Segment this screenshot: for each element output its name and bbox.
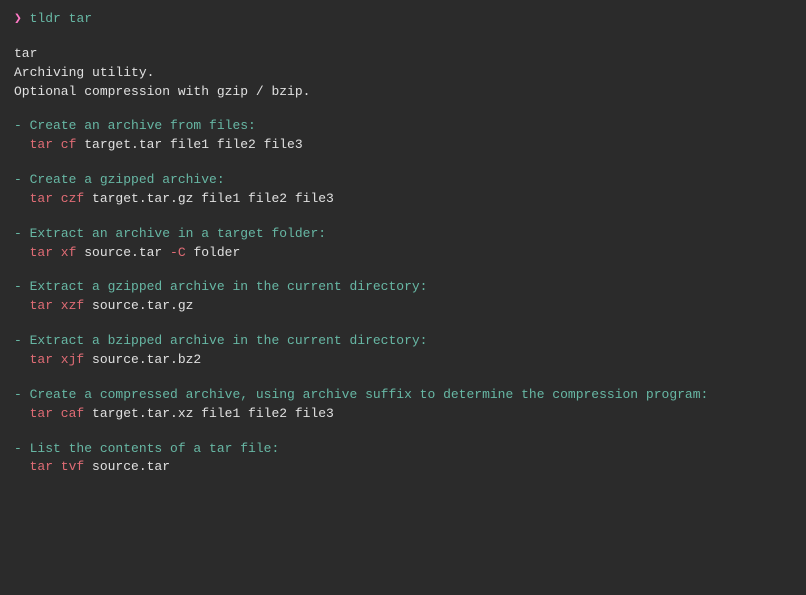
bullet: - <box>14 333 30 348</box>
example-command-line: tar xjf source.tar.bz2 <box>14 351 792 370</box>
example-description: Extract an archive in a target folder: <box>30 226 326 241</box>
example-description: Create a compressed archive, using archi… <box>30 387 709 402</box>
example-description-line: - Extract an archive in a target folder: <box>14 225 792 244</box>
example-args: target.tar.xz file1 file2 file3 <box>92 406 334 421</box>
example-description: Extract a gzipped archive in the current… <box>30 279 428 294</box>
example-item: - Extract an archive in a target folder:… <box>14 225 792 263</box>
example-command-line: tar cf target.tar file1 file2 file3 <box>14 136 792 155</box>
example-args: target.tar.gz file1 file2 file3 <box>92 191 334 206</box>
header-desc-2: Optional compression with gzip / bzip. <box>14 83 792 102</box>
example-item: - Create a gzipped archive:tar czf targe… <box>14 171 792 209</box>
bullet: - <box>14 226 30 241</box>
example-description: Create an archive from files: <box>30 118 256 133</box>
prompt-symbol: ❯ <box>14 11 22 26</box>
example-command-line: tar czf target.tar.gz file1 file2 file3 <box>14 190 792 209</box>
example-item: - Create a compressed archive, using arc… <box>14 386 792 424</box>
example-description: Create a gzipped archive: <box>30 172 225 187</box>
example-item: - Extract a bzipped archive in the curre… <box>14 332 792 370</box>
example-description-line: - Extract a bzipped archive in the curre… <box>14 332 792 351</box>
tldr-header: tar Archiving utility. Optional compress… <box>14 45 792 102</box>
bullet: - <box>14 441 30 456</box>
example-args-after: folder <box>186 245 241 260</box>
example-command: tar xzf <box>30 298 85 313</box>
bullet: - <box>14 279 30 294</box>
example-description-line: - Create an archive from files: <box>14 117 792 136</box>
example-command-line: tar tvf source.tar <box>14 458 792 477</box>
bullet: - <box>14 118 30 133</box>
example-description-line: - Create a compressed archive, using arc… <box>14 386 792 405</box>
example-command-line: tar caf target.tar.xz file1 file2 file3 <box>14 405 792 424</box>
example-description-line: - Create a gzipped archive: <box>14 171 792 190</box>
header-desc-1: Archiving utility. <box>14 64 792 83</box>
example-description-line: - List the contents of a tar file: <box>14 440 792 459</box>
example-command: tar tvf <box>30 459 85 474</box>
example-flag: -C <box>170 245 186 260</box>
bullet: - <box>14 387 30 402</box>
example-command-line: tar xf source.tar -C folder <box>14 244 792 263</box>
example-args: source.tar <box>84 245 170 260</box>
example-command: tar czf <box>30 191 85 206</box>
example-args: source.tar.gz <box>92 298 193 313</box>
example-item: - Extract a gzipped archive in the curre… <box>14 278 792 316</box>
example-description-line: - Extract a gzipped archive in the curre… <box>14 278 792 297</box>
example-args: target.tar file1 file2 file3 <box>84 137 302 152</box>
example-command: tar caf <box>30 406 85 421</box>
example-description: Extract a bzipped archive in the current… <box>30 333 428 348</box>
example-description: List the contents of a tar file: <box>30 441 280 456</box>
prompt-line[interactable]: ❯ tldr tar <box>14 10 792 29</box>
example-item: - Create an archive from files:tar cf ta… <box>14 117 792 155</box>
example-command: tar xf <box>30 245 77 260</box>
example-command: tar cf <box>30 137 77 152</box>
bullet: - <box>14 172 30 187</box>
examples-list: - Create an archive from files:tar cf ta… <box>14 117 792 477</box>
example-args: source.tar <box>92 459 170 474</box>
example-item: - List the contents of a tar file:tar tv… <box>14 440 792 478</box>
prompt-command: tldr tar <box>30 11 92 26</box>
page-title: tar <box>14 45 792 64</box>
example-command-line: tar xzf source.tar.gz <box>14 297 792 316</box>
example-command: tar xjf <box>30 352 85 367</box>
example-args: source.tar.bz2 <box>92 352 201 367</box>
